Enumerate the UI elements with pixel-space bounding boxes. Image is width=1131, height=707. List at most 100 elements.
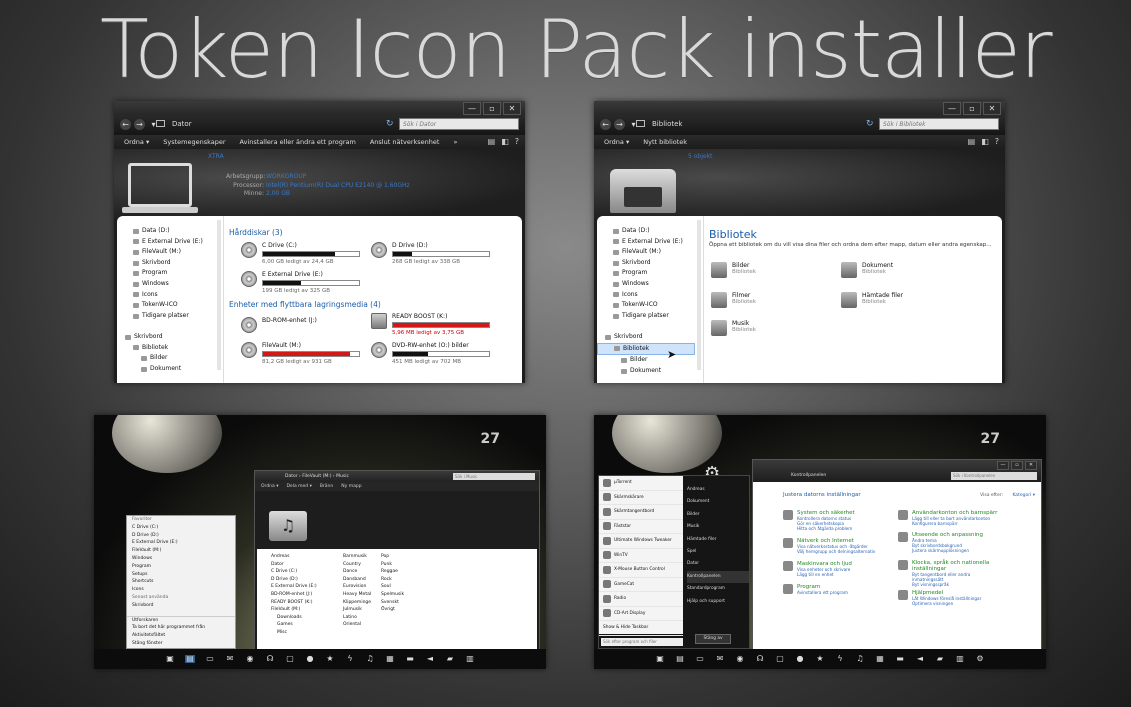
folder-item[interactable]: Reggae xyxy=(381,568,404,576)
maximize-button[interactable]: ▫ xyxy=(1011,461,1023,470)
folder-item[interactable]: Dansband xyxy=(343,576,371,584)
folder-item[interactable]: Barnmusik xyxy=(343,553,371,561)
nav-item[interactable]: Bilder xyxy=(597,355,703,366)
refresh-icon[interactable]: ↻ xyxy=(386,119,394,129)
media-icon[interactable]: ◉ xyxy=(735,655,745,663)
cp-view-select[interactable]: Kategori ▾ xyxy=(1012,493,1035,498)
folder-item[interactable]: Klippeminge xyxy=(343,599,371,607)
tree-item[interactable]: READY BOOST (K:) xyxy=(271,599,317,607)
help-icon[interactable]: ? xyxy=(995,137,999,146)
cp-breadcrumb[interactable]: Kontrollpanelen xyxy=(791,473,826,478)
cmd-more[interactable]: » xyxy=(453,135,457,149)
hdd-header[interactable]: Hårddiskar (3) xyxy=(229,228,283,237)
volume-icon[interactable]: ◄ xyxy=(425,655,435,663)
nav-item[interactable]: E External Drive (E:) xyxy=(597,237,703,248)
photo-icon[interactable]: ▦ xyxy=(875,655,885,663)
pane-icon[interactable]: ◧ xyxy=(981,137,989,146)
tree-item[interactable]: D Drive (D:) xyxy=(271,576,317,584)
folder-item[interactable]: Spelmusik xyxy=(381,591,404,599)
folder-item[interactable]: Punk xyxy=(381,561,404,569)
video-icon[interactable]: ▬ xyxy=(405,655,415,663)
drive-item[interactable]: FileVault (M:) 81,2 GB ledigt av 931 GB xyxy=(241,342,360,365)
cmd-organize[interactable]: Ordna ▾ xyxy=(261,482,278,491)
window-icon[interactable]: ▢ xyxy=(285,655,295,663)
minimize-button[interactable]: — xyxy=(997,461,1009,470)
start-place-selected[interactable]: Kontrollpanelen xyxy=(687,570,749,584)
drive-item[interactable]: E External Drive (E:) 199 GB ledigt av 32… xyxy=(241,271,360,294)
music-icon[interactable]: ♫ xyxy=(365,655,375,663)
back-icon[interactable]: ← xyxy=(600,119,611,130)
start-place[interactable]: Bilder xyxy=(687,509,749,521)
tree-item[interactable]: Misc xyxy=(271,629,317,637)
library-item[interactable]: Bilder Bibliotek xyxy=(711,262,756,278)
nav-item[interactable]: Windows xyxy=(117,279,223,290)
library-icon[interactable]: ▤ xyxy=(675,655,685,663)
gear-icon[interactable]: ⚙ xyxy=(975,655,985,663)
start-program[interactable]: WinTV xyxy=(599,549,683,563)
chat-icon[interactable]: ● xyxy=(305,655,315,663)
jump-item[interactable]: Icons xyxy=(127,586,235,594)
jump-item[interactable]: Skrivbord xyxy=(127,602,235,610)
refresh-icon[interactable]: ↻ xyxy=(866,119,874,129)
jump-item[interactable]: Program xyxy=(127,563,235,571)
drive-item[interactable]: DVD-RW-enhet (O:) bilder 451 MB ledigt av… xyxy=(371,342,490,365)
tree-item[interactable]: Andreas xyxy=(271,553,317,561)
nav-item[interactable]: Tidigare platser xyxy=(117,311,223,322)
nav-item[interactable]: Data (D:) xyxy=(117,226,223,237)
nav-item[interactable]: Dokument xyxy=(117,364,223,375)
minimize-button[interactable]: — xyxy=(943,102,961,115)
breadcrumb[interactable]: Bibliotek xyxy=(652,120,682,128)
mail-icon[interactable]: ✉ xyxy=(715,655,725,663)
cmd-organize[interactable]: Ordna ▾ xyxy=(124,135,149,149)
cmd-new-folder[interactable]: Ny mapp xyxy=(341,482,361,491)
star-icon[interactable]: ★ xyxy=(815,655,825,663)
cmd-map-drive[interactable]: Anslut nätverksenhet xyxy=(370,135,440,149)
drive-item[interactable]: D Drive (D:) 268 GB ledigt av 338 GB xyxy=(371,242,490,265)
lock-icon[interactable]: ▣ xyxy=(655,655,665,663)
start-program[interactable]: Radio xyxy=(599,592,683,607)
tree-item[interactable]: Games xyxy=(271,621,317,629)
cmd-share[interactable]: Dela med ▾ xyxy=(286,482,311,491)
tree-item[interactable]: C Drive (C:) xyxy=(271,568,317,576)
cp-category[interactable]: System och säkerhet Kontrollera datorns s… xyxy=(783,510,883,531)
folder-item[interactable]: Rock xyxy=(381,576,404,584)
jump-item[interactable]: FileVault (M:) xyxy=(127,547,235,555)
back-icon[interactable]: ← xyxy=(120,119,131,130)
start-place[interactable]: Musik xyxy=(687,521,749,533)
folder-item[interactable]: Soul xyxy=(381,583,404,591)
library-item[interactable]: Musik Bibliotek xyxy=(711,320,756,336)
nav-item[interactable]: Program xyxy=(117,268,223,279)
start-place[interactable]: Hämtade filer xyxy=(687,534,749,546)
start-place[interactable]: Spel xyxy=(687,546,749,558)
music-icon[interactable]: ♫ xyxy=(855,655,865,663)
nav-item-selected[interactable]: Bibliotek xyxy=(597,342,695,356)
nav-item[interactable]: Tidigare platser xyxy=(597,311,703,322)
shutdown-button[interactable]: Stäng av xyxy=(695,634,731,644)
search-input[interactable]: Sök i Dator xyxy=(399,118,519,130)
volume-icon[interactable]: ◄ xyxy=(915,655,925,663)
star-icon[interactable]: ★ xyxy=(325,655,335,663)
drive-item[interactable]: C Drive (C:) 6,00 GB ledigt av 24,4 GB xyxy=(241,242,360,265)
drive-item[interactable]: READY BOOST (K:) 5,96 MB ledigt av 3,75 G… xyxy=(371,313,490,336)
maximize-button[interactable]: ▫ xyxy=(483,102,501,115)
bolt-icon[interactable]: ϟ xyxy=(345,655,355,663)
cmd-new-library[interactable]: Nytt bibliotek xyxy=(643,135,687,149)
chat-icon[interactable]: ● xyxy=(795,655,805,663)
cmd-uninstall[interactable]: Avinstallera eller ändra ett program xyxy=(240,135,356,149)
jump-item[interactable]: Ta bort det här programmet från Aktivite… xyxy=(127,624,235,640)
nav-item[interactable]: Data (D:) xyxy=(597,226,703,237)
library-icon[interactable]: ▤ xyxy=(185,655,195,663)
library-item[interactable]: Hämtade filer Bibliotek xyxy=(841,292,903,308)
start-program[interactable]: Fäststar xyxy=(599,520,683,534)
folder-item[interactable]: Latino xyxy=(343,614,371,622)
nav-item[interactable]: Windows xyxy=(597,279,703,290)
start-program[interactable]: Ultimate Windows Tweaker xyxy=(599,534,683,549)
nav-item[interactable]: Skrivbord xyxy=(117,258,223,269)
drive-item[interactable]: BD-ROM-enhet (J:) xyxy=(241,317,317,333)
folder-item[interactable]: Oriental xyxy=(343,621,371,629)
close-button[interactable]: ✕ xyxy=(983,102,1001,115)
library-item[interactable]: Filmer Bibliotek xyxy=(711,292,756,308)
start-program[interactable]: CD-Art Display xyxy=(599,607,683,621)
jump-item[interactable]: Windows xyxy=(127,555,235,563)
nav-item[interactable]: Bilder xyxy=(117,353,223,364)
